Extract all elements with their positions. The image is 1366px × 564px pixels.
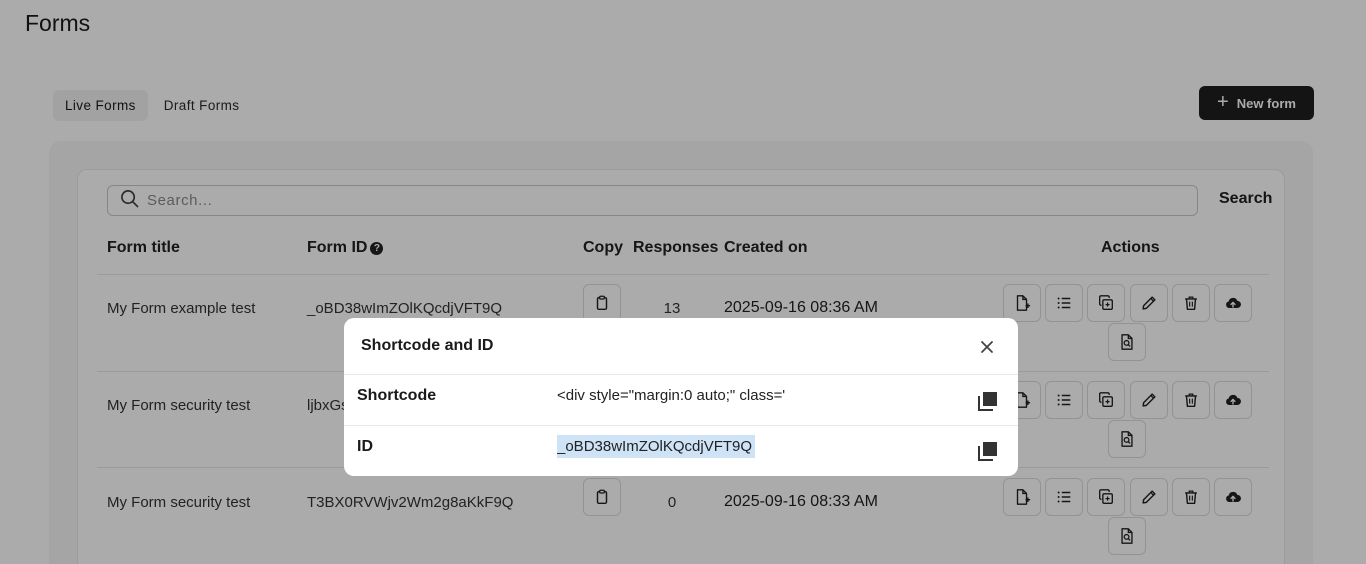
copy-icon [978, 442, 997, 461]
dialog-title: Shortcode and ID [361, 337, 494, 354]
copy-id-button[interactable] [976, 439, 1000, 463]
close-icon [981, 341, 993, 353]
modal-backdrop[interactable] [0, 0, 1366, 564]
id-label: ID [357, 438, 373, 455]
copy-icon [978, 392, 997, 411]
dialog-divider [344, 374, 1018, 375]
dialog-divider [344, 425, 1018, 426]
id-value[interactable]: _oBD38wImZOlKQcdjVFT9Q [557, 435, 756, 458]
close-button[interactable] [976, 336, 998, 358]
copy-shortcode-button[interactable] [976, 389, 1000, 413]
shortcode-value[interactable]: <div style="margin:0 auto;" class="| [557, 387, 785, 404]
shortcode-label: Shortcode [357, 387, 437, 404]
shortcode-dialog: Shortcode and ID Shortcode <div style="m… [344, 318, 1018, 476]
